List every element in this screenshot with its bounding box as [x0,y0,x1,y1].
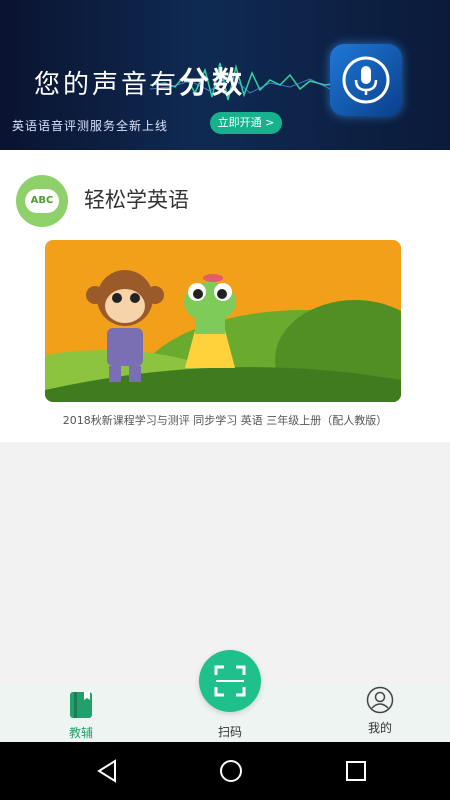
user-icon [366,686,394,714]
banner-subtitle: 英语语音评测服务全新上线 [12,119,169,133]
banner-title-prefix: 您的声音有 [34,70,180,100]
book-icon [70,692,92,718]
back-icon[interactable] [93,757,121,785]
scan-label: 扫码 [217,725,242,739]
book-cover-image[interactable] [45,240,401,402]
tab-jiaofu-label: 教辅 [68,726,93,740]
tab-mine[interactable]: 我的 [335,684,425,742]
microphone-icon [330,44,402,116]
tab-jiaofu[interactable]: 教辅 [36,684,126,742]
abc-speech-bubble-icon: ABC [16,175,68,227]
scan-icon [214,665,246,697]
banner-title-highlight: 分数 [179,66,246,101]
status-bar [0,0,450,22]
section-title: 轻松学英语 [84,188,189,212]
tab-mine-label: 我的 [367,721,392,735]
activate-now-button[interactable]: 立即开通 > [210,112,282,134]
scan-button[interactable] [199,650,261,712]
system-nav-bar [0,742,450,800]
book-caption: 2018秋新课程学习与测评 同步学习 英语 三年级上册（配人教版） [62,414,388,427]
home-icon[interactable] [217,757,245,785]
promo-banner[interactable]: 您的声音有分数 英语语音评测服务全新上线 立即开通 > [0,0,450,150]
banner-title: 您的声音有分数 [34,58,245,102]
recents-icon[interactable] [342,757,370,785]
abc-badge: ABC [25,189,59,213]
